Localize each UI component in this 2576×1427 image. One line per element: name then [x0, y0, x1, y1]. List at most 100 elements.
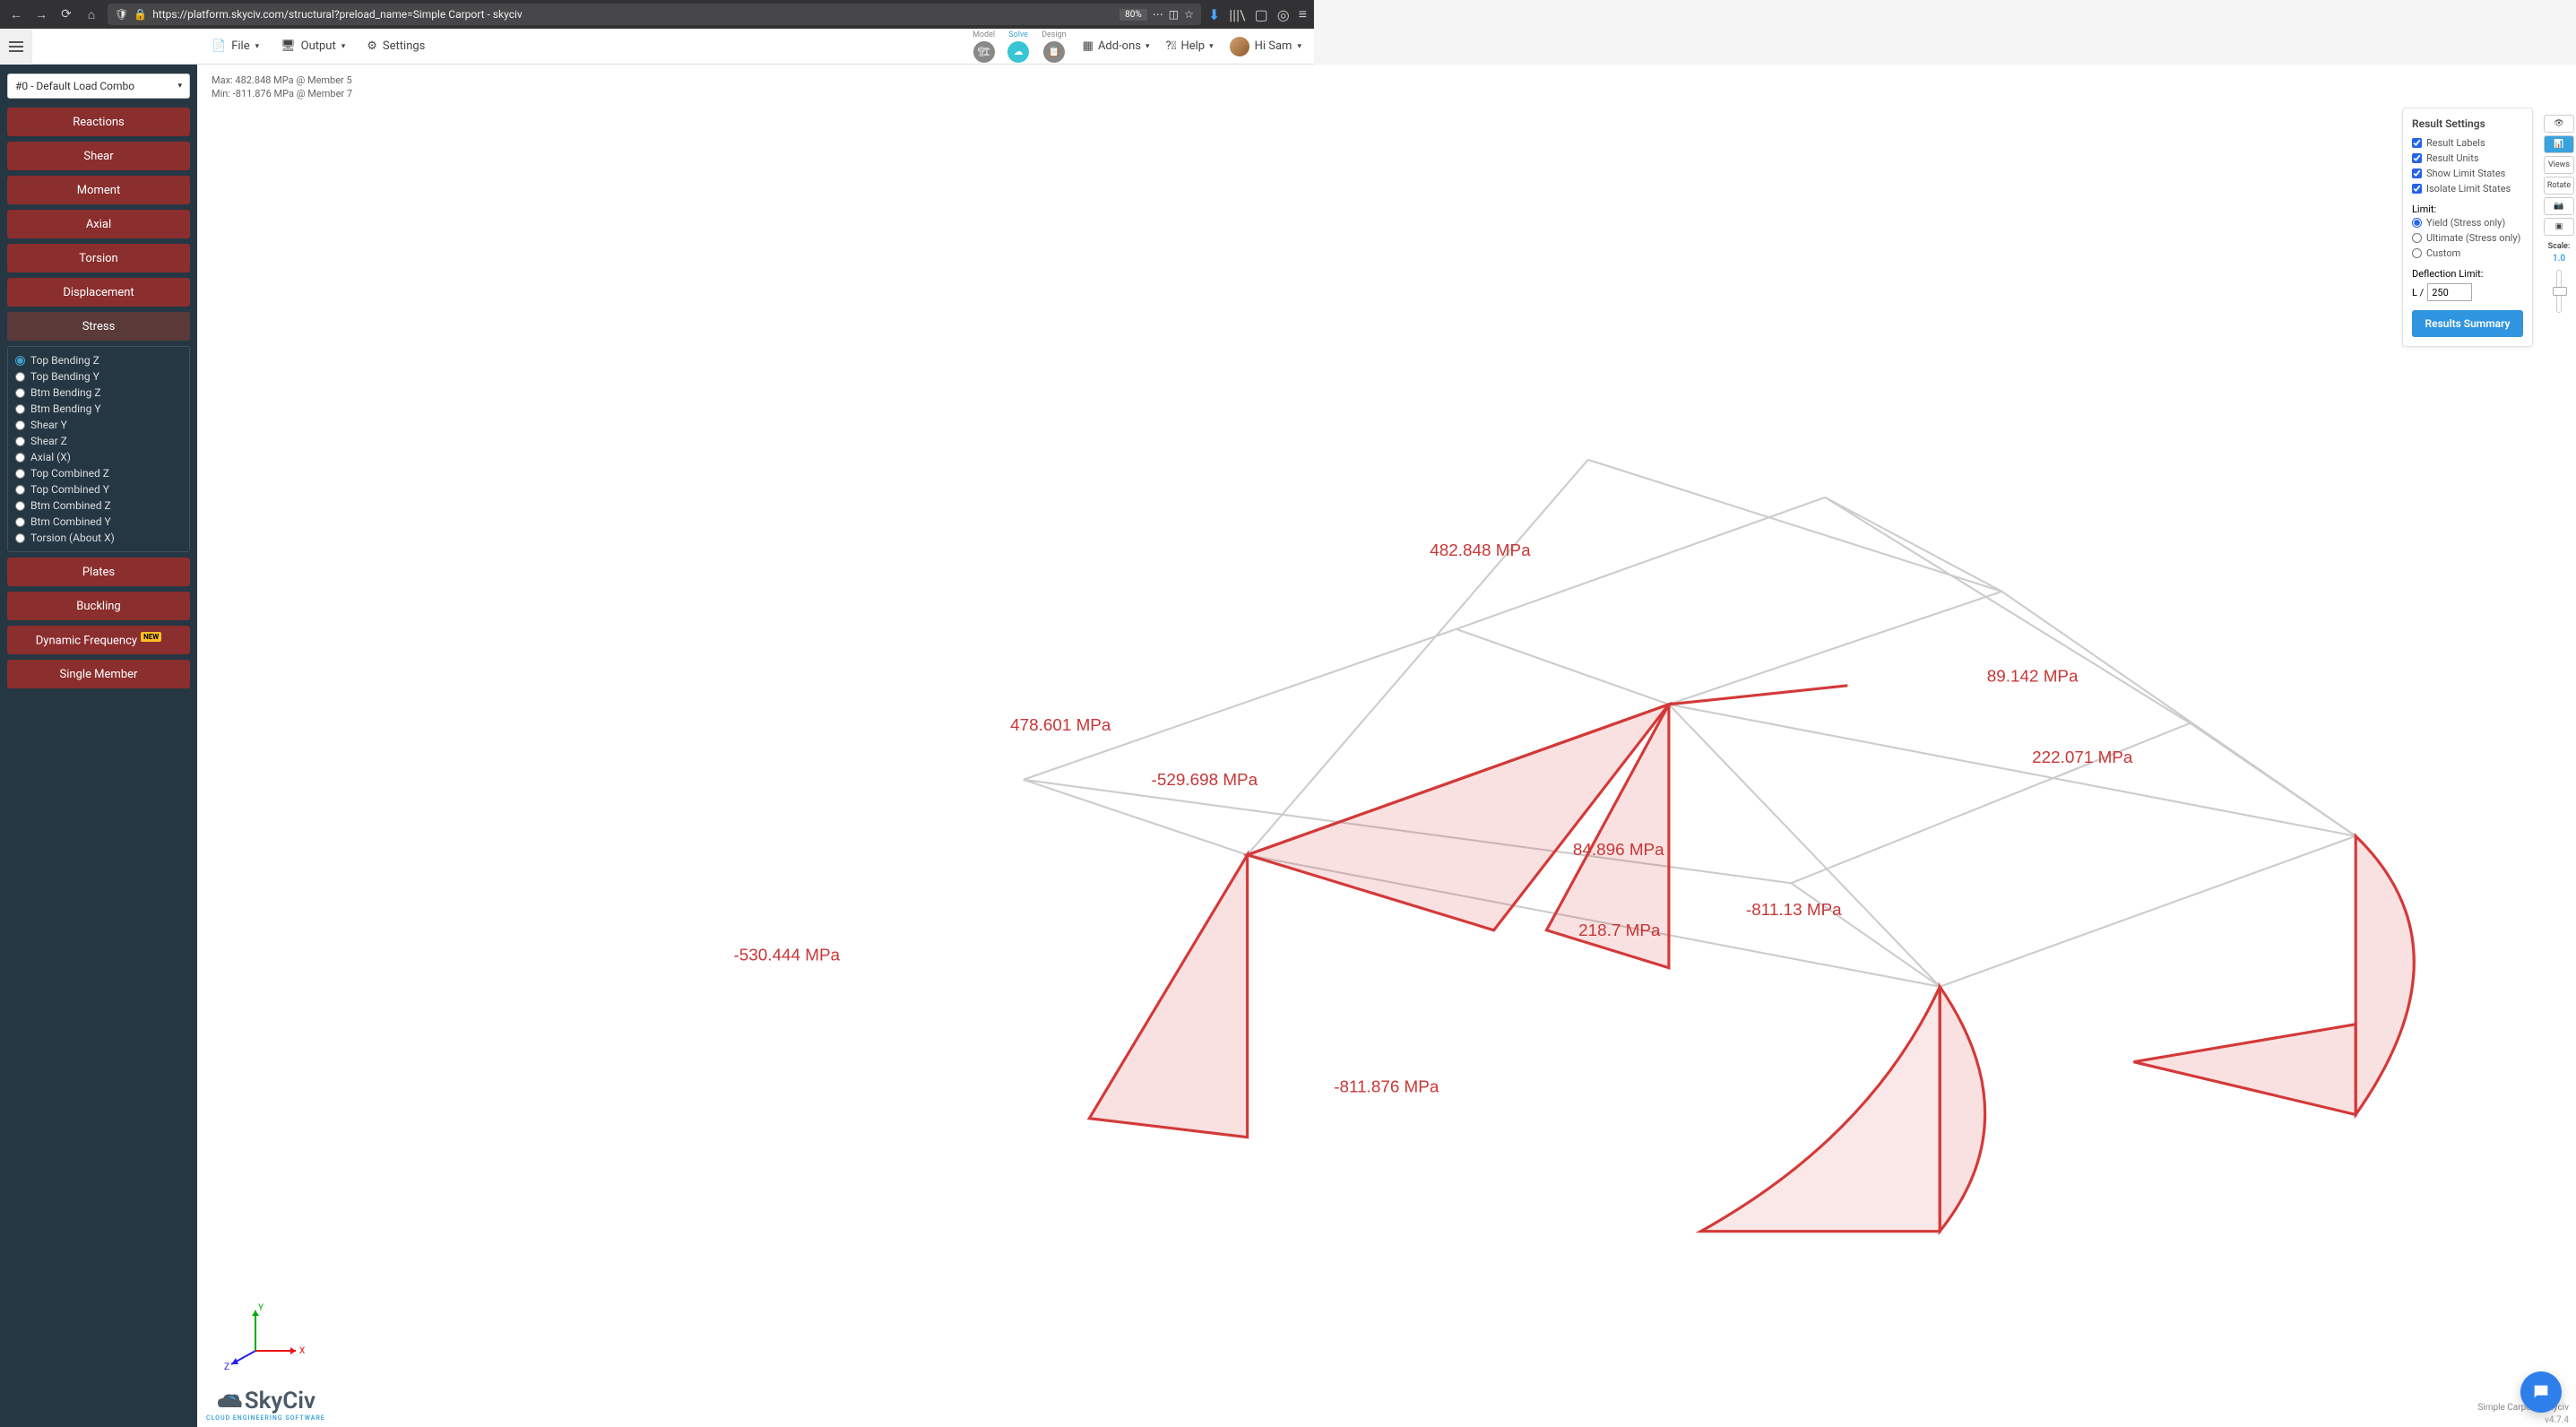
torsion-button[interactable]: Torsion [7, 244, 190, 272]
shear-button[interactable]: Shear [7, 142, 190, 170]
mode-design[interactable]: Design📋 [1042, 30, 1067, 63]
stress-label: 84.896 MPa [1573, 841, 1664, 860]
design-icon: 📋 [1043, 41, 1065, 63]
svg-text:Y: Y [258, 1303, 264, 1313]
chat-icon [2531, 1382, 2551, 1402]
snapshot-button[interactable]: ▣ [2544, 218, 2574, 236]
app-bar: 📄File▾ 🖥Output▾ ⚙Settings Model🏗 Solve☁ … [0, 29, 1314, 65]
stress-opt-shear-y[interactable]: Shear Y [15, 417, 182, 433]
check-result-units[interactable]: Result Units [2412, 151, 2523, 166]
canvas[interactable]: Max: 482.848 MPa @ Member 5 Min: -811.87… [197, 65, 2576, 1427]
output-menu[interactable]: 🖥Output▾ [281, 39, 345, 53]
star-icon[interactable]: ☆ [1184, 8, 1194, 21]
scale-label: Scale: [2548, 242, 2571, 251]
hamburger-button[interactable] [0, 29, 32, 65]
stress-opt-top-combined-y[interactable]: Top Combined Y [15, 481, 182, 497]
stress-label: -811.876 MPa [1334, 1077, 1439, 1096]
stress-label: 478.601 MPa [1010, 716, 1111, 735]
results-sidebar: #0 - Default Load Combo▾ Reactions Shear… [0, 65, 197, 1427]
moment-button[interactable]: Moment [7, 176, 190, 204]
url-bar[interactable]: 🛡 🔒 https://platform.skyciv.com/structur… [108, 4, 1201, 25]
check-result-labels[interactable]: Result Labels [2412, 135, 2523, 151]
user-menu[interactable]: Hi Sam▾ [1230, 37, 1301, 56]
stress-label: 482.848 MPa [1430, 541, 1531, 560]
download-icon[interactable]: ⬇ [1208, 6, 1220, 23]
result-settings-panel: Result Settings Result Labels Result Uni… [2402, 108, 2533, 347]
gear-icon: ⚙ [367, 39, 377, 53]
mode-model[interactable]: Model🏗 [972, 30, 995, 63]
addons-menu[interactable]: ▦Add-ons▾ [1083, 39, 1150, 53]
stress-opt-top-bending-z[interactable]: Top Bending Z [15, 352, 182, 368]
library-icon[interactable]: |||\ [1229, 6, 1245, 23]
more-icon[interactable]: ⋯ [1153, 8, 1163, 21]
stress-options-group: Top Bending Z Top Bending Y Btm Bending … [7, 346, 190, 552]
logo-icon [216, 1389, 243, 1413]
addons-icon: ▦ [1083, 39, 1094, 53]
help-menu[interactable]: ?⃝Help▾ [1166, 39, 1214, 53]
home-button[interactable]: ⌂ [82, 5, 100, 23]
shield-icon: 🛡 [115, 8, 128, 21]
check-isolate-limit[interactable]: Isolate Limit States [2412, 181, 2523, 196]
account-icon[interactable]: ◎ [1277, 6, 1290, 23]
limit-custom[interactable]: Custom [2412, 246, 2523, 261]
chart-button[interactable]: 📊 [2544, 135, 2574, 153]
stress-button[interactable]: Stress [7, 312, 190, 341]
plates-button[interactable]: Plates [7, 558, 190, 586]
stress-opt-top-combined-z[interactable]: Top Combined Z [15, 465, 182, 481]
output-icon: 🖥 [281, 39, 296, 53]
load-combo-select[interactable]: #0 - Default Load Combo▾ [7, 74, 190, 99]
buckling-button[interactable]: Buckling [7, 592, 190, 620]
stress-opt-btm-combined-z[interactable]: Btm Combined Z [15, 497, 182, 514]
file-icon: 📄 [212, 39, 226, 53]
stress-label: 89.142 MPa [1987, 668, 2079, 687]
reader-icon[interactable]: ◫ [1169, 8, 1179, 21]
single-member-button[interactable]: Single Member [7, 660, 190, 688]
url-text: https://platform.skyciv.com/structural?p… [152, 8, 523, 21]
stress-label: -530.444 MPa [733, 946, 840, 964]
stress-label: -529.698 MPa [1152, 771, 1258, 790]
check-show-limit[interactable]: Show Limit States [2412, 166, 2523, 181]
stress-opt-top-bending-y[interactable]: Top Bending Y [15, 368, 182, 385]
dynamic-frequency-button[interactable]: Dynamic FrequencyNEW [7, 626, 190, 654]
axis-gizmo: X Y Z [224, 1302, 305, 1373]
reload-button[interactable]: ⟳ [57, 5, 75, 23]
stress-opt-torsion-x[interactable]: Torsion (About X) [15, 530, 182, 546]
displacement-button[interactable]: Displacement [7, 278, 190, 307]
lock-icon: 🔒 [134, 8, 147, 21]
views-button[interactable]: Views [2544, 156, 2574, 174]
zoom-badge[interactable]: 80% [1119, 9, 1147, 21]
avatar [1230, 37, 1249, 56]
menu-icon[interactable]: ≡ [1299, 5, 1307, 23]
scale-value: 1.0 [2553, 254, 2565, 264]
stress-label: -811.13 MPa [1746, 901, 1842, 920]
results-summary-button[interactable]: Results Summary [2412, 310, 2523, 337]
visibility-button[interactable]: 👁 [2544, 115, 2574, 133]
limit-title: Limit: [2412, 203, 2523, 215]
stress-opt-btm-bending-z[interactable]: Btm Bending Z [15, 385, 182, 401]
svg-text:Z: Z [224, 1362, 229, 1372]
chat-button[interactable] [2520, 1371, 2562, 1413]
settings-title: Result Settings [2412, 117, 2523, 130]
stress-diagram: -530.444 MPa 478.601 MPa -529.698 MPa 482.8… [197, 65, 2576, 1427]
stress-opt-btm-bending-y[interactable]: Btm Bending Y [15, 401, 182, 417]
sidebar-icon[interactable]: ▢ [1255, 6, 1268, 23]
limit-yield[interactable]: Yield (Stress only) [2412, 215, 2523, 230]
solve-icon: ☁ [1007, 41, 1029, 63]
axial-button[interactable]: Axial [7, 210, 190, 238]
browser-chrome: ← → ⟳ ⌂ 🛡 🔒 https://platform.skyciv.com/… [0, 0, 1314, 29]
reactions-button[interactable]: Reactions [7, 108, 190, 136]
scale-slider[interactable] [2556, 270, 2562, 313]
deflection-input[interactable] [2427, 283, 2472, 301]
rotate-button[interactable]: Rotate [2544, 177, 2574, 195]
stress-opt-shear-z[interactable]: Shear Z [15, 433, 182, 449]
forward-button[interactable]: → [32, 5, 50, 23]
file-menu[interactable]: 📄File▾ [212, 39, 259, 53]
back-button[interactable]: ← [7, 5, 25, 23]
stress-opt-btm-combined-y[interactable]: Btm Combined Y [15, 514, 182, 530]
settings-menu[interactable]: ⚙Settings [367, 39, 425, 53]
camera-button[interactable]: 📷 [2544, 197, 2574, 215]
limit-ultimate[interactable]: Ultimate (Stress only) [2412, 230, 2523, 246]
deflection-title: Deflection Limit: [2412, 268, 2523, 280]
stress-opt-axial-x[interactable]: Axial (X) [15, 449, 182, 465]
mode-solve[interactable]: Solve☁ [1007, 30, 1029, 63]
